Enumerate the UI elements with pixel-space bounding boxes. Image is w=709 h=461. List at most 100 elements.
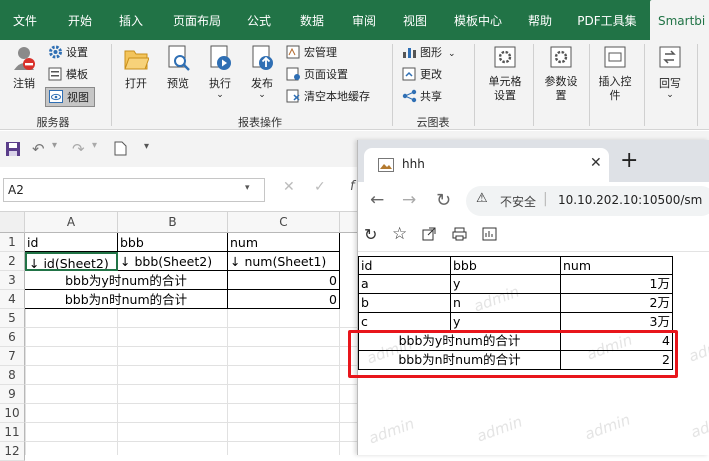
tab-smartbi[interactable]: Smartbi bbox=[650, 0, 709, 40]
redo-dropdown-icon[interactable]: ▾ bbox=[92, 140, 97, 151]
preview-icon bbox=[165, 44, 191, 72]
settings-button[interactable]: 设置 bbox=[48, 43, 88, 63]
new-tab-button[interactable]: + bbox=[620, 148, 638, 173]
browser-tab-strip: hhh ✕ + bbox=[358, 140, 709, 182]
cell-setting-button[interactable]: 单元格 设置 bbox=[482, 44, 528, 103]
tab-template-center[interactable]: 模板中心 bbox=[443, 0, 513, 40]
open-button[interactable]: 打开 bbox=[118, 44, 154, 91]
group-divider bbox=[111, 44, 112, 126]
open-folder-icon bbox=[123, 44, 150, 72]
customize-qat-icon[interactable]: ▾ bbox=[144, 141, 149, 152]
tab-home[interactable]: 开始 bbox=[54, 0, 106, 40]
undo-icon[interactable]: ↶ bbox=[32, 140, 45, 158]
print-icon[interactable] bbox=[452, 227, 467, 244]
security-status[interactable]: 不安全 bbox=[500, 193, 536, 210]
template-label: 模板 bbox=[66, 68, 88, 81]
row-header[interactable]: 5 bbox=[0, 309, 25, 328]
cell-b2[interactable]: ↓ bbb(Sheet2) bbox=[118, 252, 228, 271]
logout-icon bbox=[11, 44, 37, 72]
tab-formulas[interactable]: 公式 bbox=[237, 0, 281, 40]
publish-button[interactable]: 发布 ⌄ bbox=[244, 44, 280, 100]
name-box[interactable]: A2 bbox=[3, 178, 265, 202]
browser-tab[interactable]: hhh ✕ bbox=[364, 148, 609, 182]
share-label: 共享 bbox=[420, 90, 442, 103]
macro-manager-button[interactable]: 宏管理 bbox=[286, 43, 337, 63]
undo-dropdown-icon[interactable]: ▾ bbox=[52, 140, 57, 151]
tab-view[interactable]: 视图 bbox=[393, 0, 437, 40]
cloud-chart-group-label: 云图表 bbox=[416, 116, 450, 129]
tab-help[interactable]: 帮助 bbox=[518, 0, 562, 40]
forward-arrow-icon[interactable]: → bbox=[402, 190, 416, 210]
share-button[interactable]: 共享 bbox=[402, 87, 442, 107]
cell-a2-selected[interactable]: ↓ id(Sheet2) bbox=[25, 252, 118, 271]
writeback-icon bbox=[657, 44, 683, 72]
insert-control-button[interactable]: 插入控 件 bbox=[592, 44, 638, 103]
tab-review[interactable]: 审阅 bbox=[342, 0, 386, 40]
tab-file[interactable]: 文件 bbox=[0, 0, 50, 40]
param-setting-button[interactable]: 参数设 置 bbox=[538, 44, 584, 103]
cancel-icon[interactable]: ✕ bbox=[283, 179, 295, 195]
star-icon[interactable]: ☆ bbox=[392, 224, 407, 244]
empty-cells[interactable] bbox=[25, 309, 360, 455]
execute-button[interactable]: 执行 ⌄ bbox=[202, 44, 238, 100]
reload-icon[interactable]: ↻ bbox=[436, 190, 451, 211]
row-header[interactable]: 4 bbox=[0, 290, 25, 309]
view-button[interactable]: 视图 bbox=[45, 87, 95, 107]
row-header[interactable]: 3 bbox=[0, 271, 25, 290]
cell-c3[interactable]: 0 bbox=[228, 271, 340, 290]
watermark: admin bbox=[686, 332, 709, 366]
tab-insert[interactable]: 插入 bbox=[108, 0, 154, 40]
column-header-c[interactable]: C bbox=[228, 212, 340, 233]
new-document-icon[interactable] bbox=[114, 141, 127, 159]
refresh-icon[interactable]: ↻ bbox=[364, 225, 377, 244]
close-tab-icon[interactable]: ✕ bbox=[590, 155, 602, 171]
ribbon-tab-bar: 文件 开始 插入 页面布局 公式 数据 审阅 视图 模板中心 帮助 PDF工具集… bbox=[0, 0, 709, 40]
writeback-button[interactable]: 回写 ⌄ bbox=[650, 44, 690, 100]
export-icon[interactable] bbox=[482, 227, 497, 244]
template-button[interactable]: 模板 bbox=[48, 65, 88, 85]
column-header-b[interactable]: B bbox=[118, 212, 228, 233]
cell-b1[interactable]: bbb bbox=[118, 233, 228, 252]
row-header[interactable]: 10 bbox=[0, 404, 25, 423]
cell-c1[interactable]: num bbox=[228, 233, 340, 252]
cell-a1[interactable]: id bbox=[25, 233, 118, 252]
redo-icon[interactable]: ↷ bbox=[72, 140, 85, 158]
row-header[interactable]: 2 bbox=[0, 252, 25, 271]
select-all-corner[interactable] bbox=[0, 212, 25, 233]
address-divider: | bbox=[543, 191, 548, 207]
group-divider bbox=[589, 44, 590, 126]
open-external-icon[interactable] bbox=[422, 227, 436, 244]
row-header[interactable]: 7 bbox=[0, 347, 25, 366]
row-header[interactable]: 12 bbox=[0, 442, 25, 461]
tab-data[interactable]: 数据 bbox=[290, 0, 334, 40]
row-header[interactable]: 6 bbox=[0, 328, 25, 347]
enter-icon[interactable]: ✓ bbox=[314, 179, 326, 195]
row-header[interactable]: 11 bbox=[0, 423, 25, 442]
name-box-dropdown-icon[interactable]: ▾ bbox=[245, 183, 250, 193]
row-header[interactable]: 1 bbox=[0, 233, 25, 252]
tab-page-layout[interactable]: 页面布局 bbox=[163, 0, 231, 40]
warning-icon[interactable]: ⚠ bbox=[476, 191, 488, 206]
report-header-cell: bbb bbox=[451, 256, 561, 275]
back-arrow-icon[interactable]: ← bbox=[370, 190, 384, 210]
page-setup-button[interactable]: 页面设置 bbox=[286, 65, 348, 85]
logout-button[interactable]: 注销 bbox=[6, 44, 42, 91]
update-button[interactable]: 更改 bbox=[402, 65, 442, 85]
column-header-a[interactable]: A bbox=[25, 212, 118, 233]
address-bar[interactable]: ⚠ 不安全 | 10.10.202.10:10500/sm bbox=[466, 186, 709, 216]
clear-cache-button[interactable]: 清空本地缓存 bbox=[286, 87, 370, 107]
row-header[interactable]: 9 bbox=[0, 385, 25, 404]
function-icon[interactable]: f bbox=[350, 179, 355, 194]
save-icon[interactable] bbox=[5, 141, 21, 160]
row-header[interactable]: 8 bbox=[0, 366, 25, 385]
cell-a3-merged[interactable]: bbb为y时num的合计 bbox=[25, 271, 228, 290]
cell-c4[interactable]: 0 bbox=[228, 290, 340, 309]
cell-a4-merged[interactable]: bbb为n时num的合计 bbox=[25, 290, 228, 309]
url-text[interactable]: 10.10.202.10:10500/sm bbox=[558, 193, 702, 207]
chart-button[interactable]: 图形 ⌄ bbox=[402, 43, 456, 63]
cell-c2[interactable]: ↓ num(Sheet1) bbox=[228, 252, 340, 271]
tab-pdf-tools[interactable]: PDF工具集 bbox=[569, 0, 645, 40]
group-divider bbox=[533, 44, 534, 126]
preview-button[interactable]: 预览 bbox=[160, 44, 196, 91]
spreadsheet-grid[interactable]: A B C 1 2 3 4 5 6 7 8 9 10 11 12 id bbb … bbox=[0, 212, 360, 461]
